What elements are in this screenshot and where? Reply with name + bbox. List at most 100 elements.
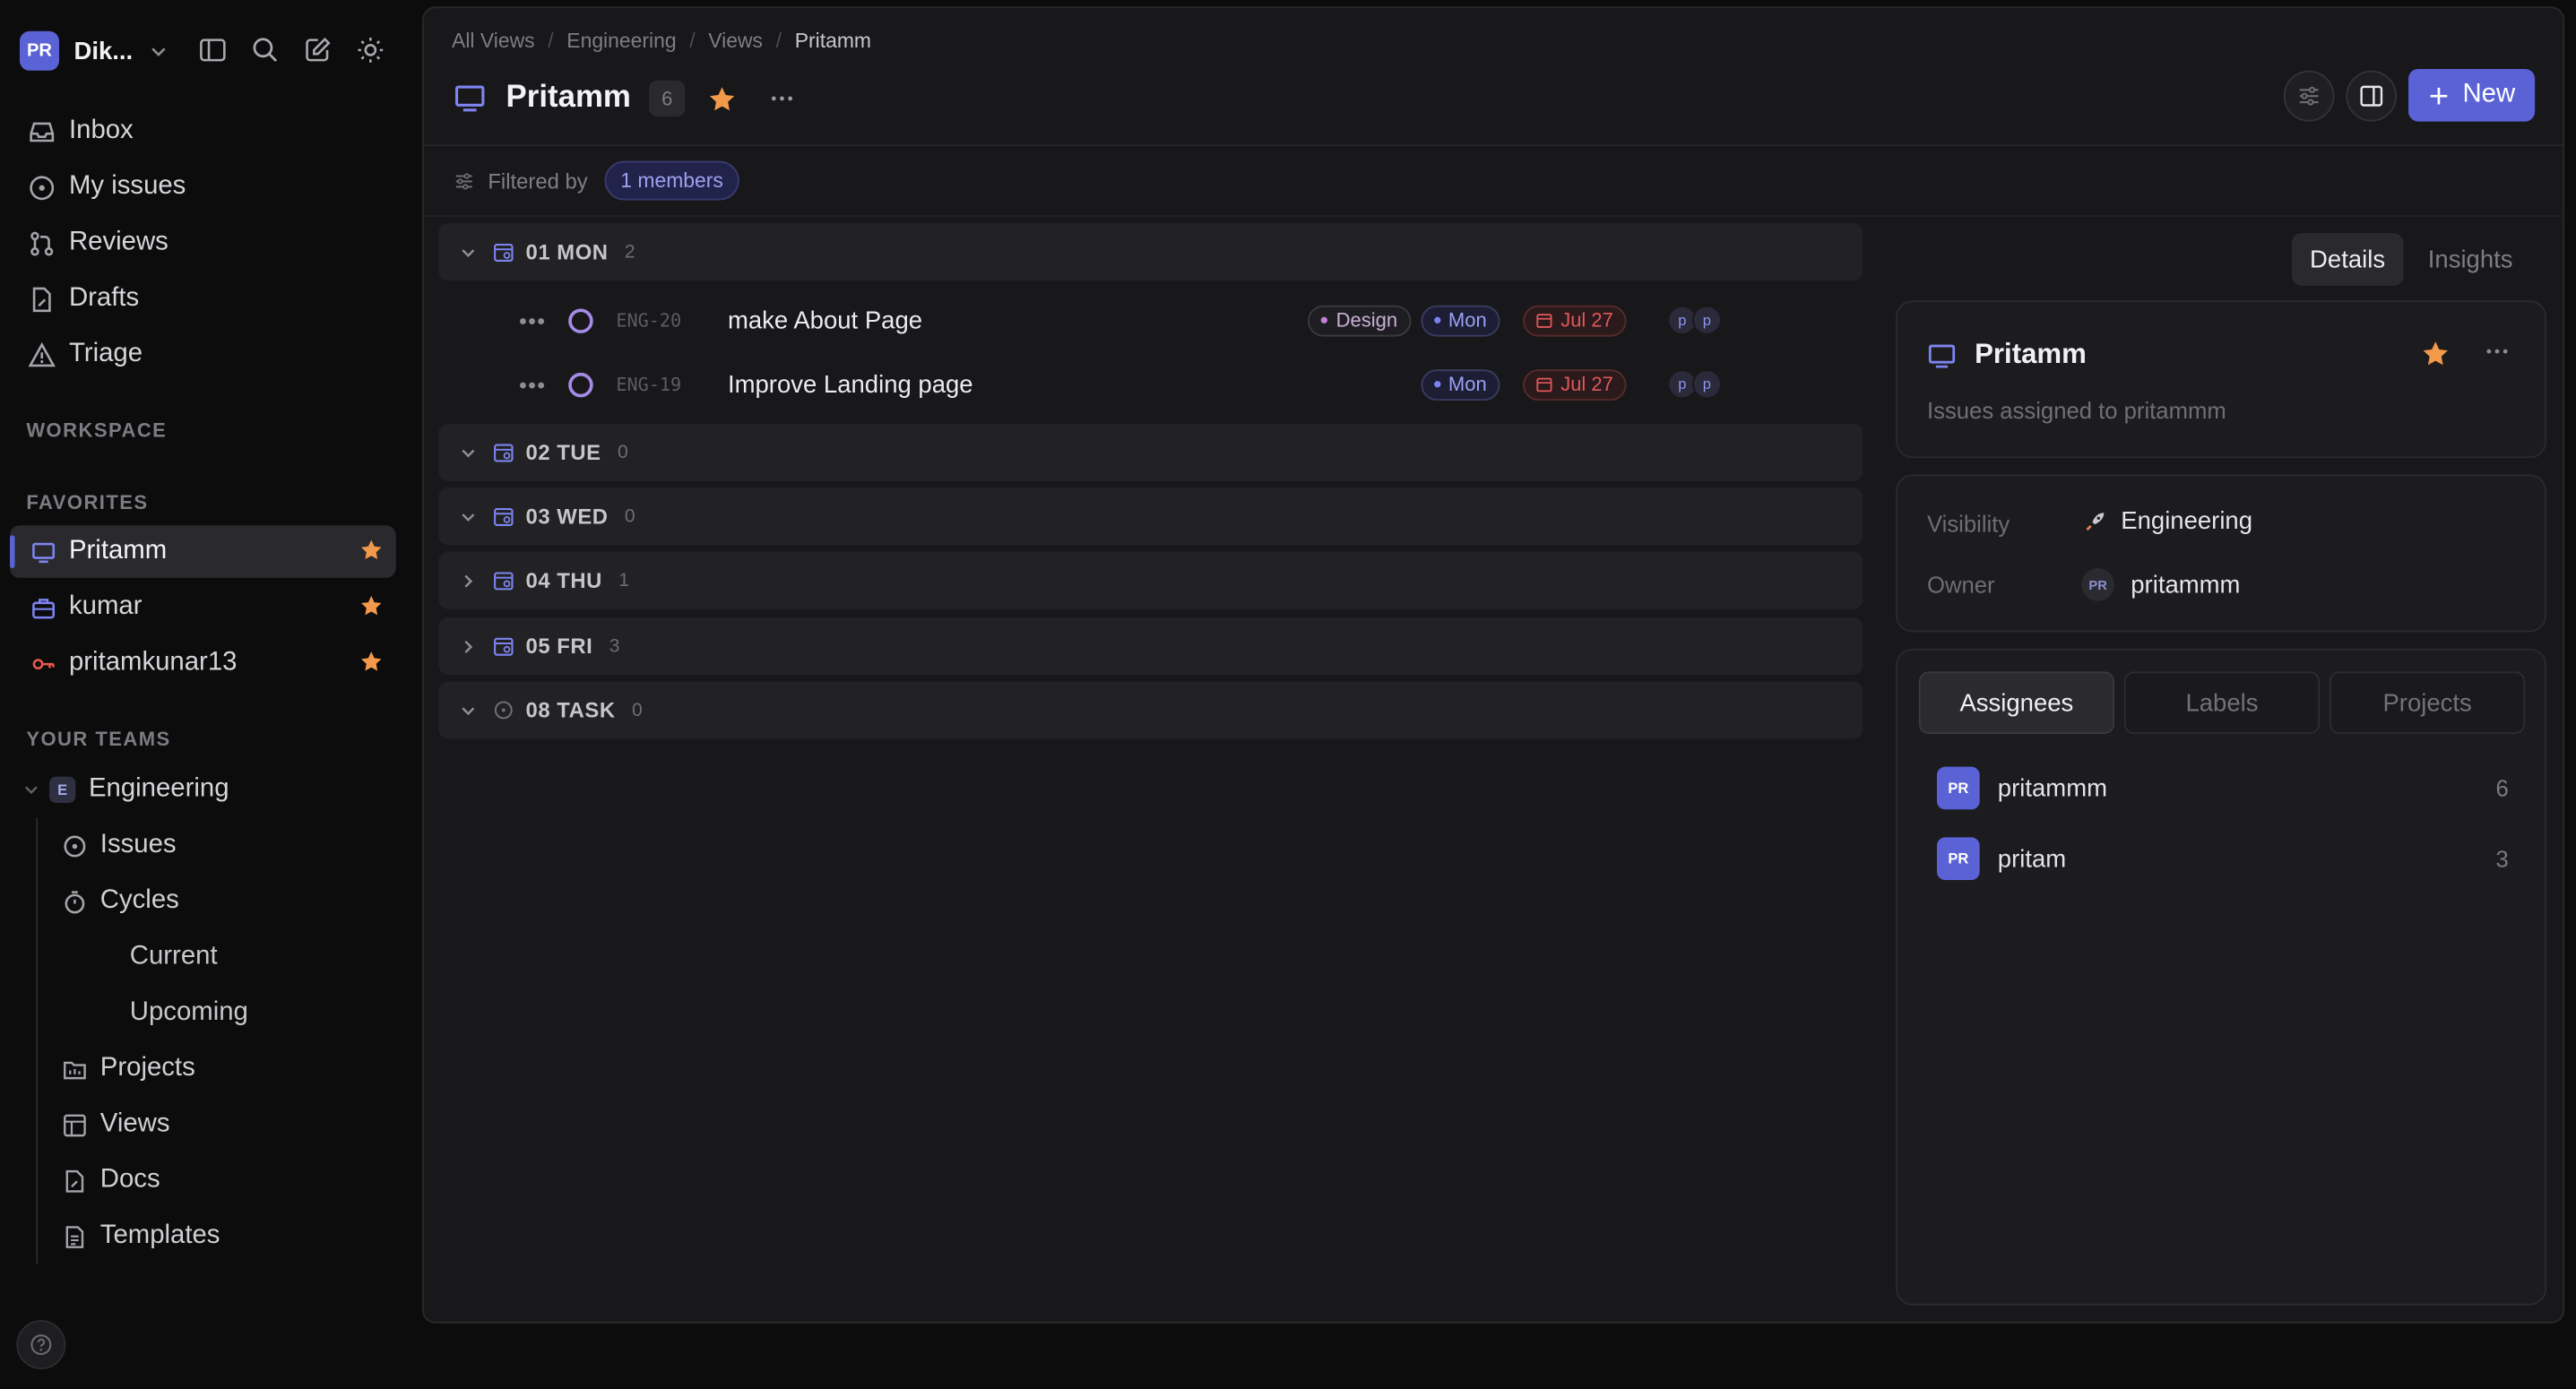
teams-section-label[interactable]: YOUR TEAMS	[26, 728, 170, 751]
briefcase-icon	[30, 594, 56, 620]
breadcrumb: All Views / Engineering / Views / Pritam…	[452, 30, 871, 53]
team-item-issues[interactable]: Issues	[61, 823, 177, 868]
tab-details[interactable]: Details	[2291, 233, 2404, 286]
compose-icon[interactable]	[300, 33, 333, 66]
favorite-item-kumar[interactable]: kumar	[10, 582, 396, 634]
assignee-count: 6	[2495, 774, 2509, 802]
label-chip[interactable]: Mon	[1420, 368, 1500, 401]
workspace-section-label[interactable]: WORKSPACE	[26, 418, 167, 442]
sidebar-item-reviews[interactable]: Reviews	[26, 220, 169, 266]
breadcrumb-separator: /	[548, 29, 554, 53]
favorite-item-label: kumar	[68, 592, 143, 621]
breadcrumb-views[interactable]: Views	[708, 30, 763, 53]
issue-row[interactable]: ••• ENG-20 make About Page Design Mon Ju…	[438, 290, 1863, 349]
cycle-item-upcoming[interactable]: Upcoming	[130, 990, 248, 1036]
group-label: 02 TUE	[525, 440, 601, 465]
star-icon[interactable]	[359, 539, 383, 562]
breadcrumb-all-views[interactable]: All Views	[452, 30, 535, 53]
star-icon[interactable]	[359, 594, 383, 617]
assignee-avatars[interactable]: p p	[1667, 305, 1722, 335]
tab-labels[interactable]: Labels	[2123, 671, 2321, 734]
favorite-star-icon[interactable]	[2422, 340, 2450, 367]
issue-title: make About Page	[727, 306, 923, 334]
display-options-button[interactable]	[2283, 69, 2335, 121]
team-item-templates[interactable]: Templates	[61, 1213, 220, 1259]
team-item-projects[interactable]: Projects	[61, 1046, 195, 1091]
team-item-docs[interactable]: Docs	[61, 1158, 160, 1204]
view-title: Pritamm	[1975, 338, 2087, 370]
members-filter-chip[interactable]: 1 members	[603, 160, 740, 201]
team-item-views[interactable]: Views	[61, 1101, 170, 1147]
group-count: 0	[631, 700, 643, 720]
assignee-row[interactable]: PR pritammm 6	[1936, 765, 2509, 811]
visibility-text: Engineering	[2121, 507, 2253, 536]
tab-projects[interactable]: Projects	[2330, 671, 2526, 734]
favorite-item-label: pritamkunar13	[68, 648, 238, 677]
label-chip[interactable]: Design	[1308, 304, 1411, 336]
team-engineering[interactable]: E Engineering	[23, 768, 229, 811]
group-count: 0	[617, 442, 628, 462]
docs-icon	[61, 1168, 87, 1194]
status-circle-icon[interactable]	[568, 372, 593, 398]
favorite-item-pritamm[interactable]: Pritamm	[9, 525, 396, 578]
calendar-icon	[493, 505, 516, 528]
group-header[interactable]: 04 THU 1	[438, 551, 1863, 609]
workspace-switcher[interactable]: PR Dik...	[19, 30, 168, 73]
view-description[interactable]: Issues assigned to pritammm	[1927, 397, 2226, 423]
monitor-icon	[454, 82, 487, 116]
tab-assignees[interactable]: Assignees	[1918, 671, 2114, 734]
team-item-label: Projects	[99, 1054, 195, 1083]
breadcrumb-engineering[interactable]: Engineering	[566, 30, 676, 53]
due-date-chip[interactable]: Jul 27	[1523, 368, 1627, 401]
favorites-section-label[interactable]: FAVORITES	[26, 491, 148, 514]
favorite-item-pritamkunar13[interactable]: pritamkunar13	[10, 637, 396, 690]
templates-icon	[61, 1223, 87, 1249]
sidebar-item-drafts[interactable]: Drafts	[26, 276, 139, 322]
group-header[interactable]: 02 TUE 0	[438, 423, 1863, 481]
owner-value[interactable]: PR pritammm	[2081, 567, 2240, 601]
view-header: Pritamm 6	[454, 77, 795, 120]
new-issue-button[interactable]: New	[2408, 68, 2536, 122]
help-icon	[30, 1333, 53, 1357]
more-options-icon[interactable]	[2484, 338, 2510, 364]
theme-sun-icon[interactable]	[353, 33, 386, 66]
team-item-label: Cycles	[99, 886, 179, 915]
assignee-row[interactable]: PR pritam 3	[1936, 836, 2509, 882]
tab-insights[interactable]: Insights	[2410, 233, 2531, 286]
group-label: 08 TASK	[525, 697, 616, 723]
team-item-cycles[interactable]: Cycles	[61, 878, 179, 924]
chevron-right-icon	[460, 638, 480, 654]
group-header[interactable]: 03 WED 0	[438, 487, 1863, 546]
calendar-icon	[1536, 312, 1552, 328]
assignee-avatars[interactable]: p p	[1667, 369, 1722, 400]
sidebar-item-inbox[interactable]: Inbox	[26, 108, 134, 154]
more-options-icon[interactable]	[769, 85, 795, 111]
drag-handle-icon[interactable]: •••	[519, 308, 547, 332]
label-dot-icon	[1433, 316, 1440, 324]
triage-icon	[26, 340, 56, 369]
group-header[interactable]: 05 FRI 3	[438, 617, 1863, 676]
toggle-details-panel-button[interactable]	[2346, 69, 2398, 121]
group-header[interactable]: 01 MON 2	[438, 223, 1863, 281]
sidebar-item-triage[interactable]: Triage	[26, 332, 143, 377]
group-header[interactable]: 08 TASK 0	[438, 681, 1863, 739]
issue-count-badge: 6	[649, 80, 686, 117]
chevron-down-icon	[460, 702, 480, 718]
due-date-chip[interactable]: Jul 27	[1523, 304, 1627, 336]
team-item-label: Issues	[99, 831, 177, 859]
issue-row[interactable]: ••• ENG-19 Improve Landing page Mon Jul …	[438, 355, 1863, 414]
sidebar-toggle-icon[interactable]	[195, 33, 229, 66]
group-count: 3	[609, 635, 620, 656]
cycle-item-current[interactable]: Current	[130, 935, 218, 980]
label-text: Mon	[1448, 372, 1487, 396]
drag-handle-icon[interactable]: •••	[519, 372, 547, 396]
search-icon[interactable]	[248, 33, 281, 66]
chevron-down-icon	[150, 42, 168, 60]
help-button[interactable]	[16, 1320, 66, 1370]
sidebar-item-my-issues[interactable]: My issues	[26, 164, 186, 210]
status-circle-icon[interactable]	[568, 308, 593, 333]
star-icon[interactable]	[359, 651, 383, 674]
label-chip[interactable]: Mon	[1420, 304, 1500, 336]
visibility-value[interactable]: Engineering	[2081, 507, 2252, 535]
favorite-star-icon[interactable]	[708, 84, 736, 112]
